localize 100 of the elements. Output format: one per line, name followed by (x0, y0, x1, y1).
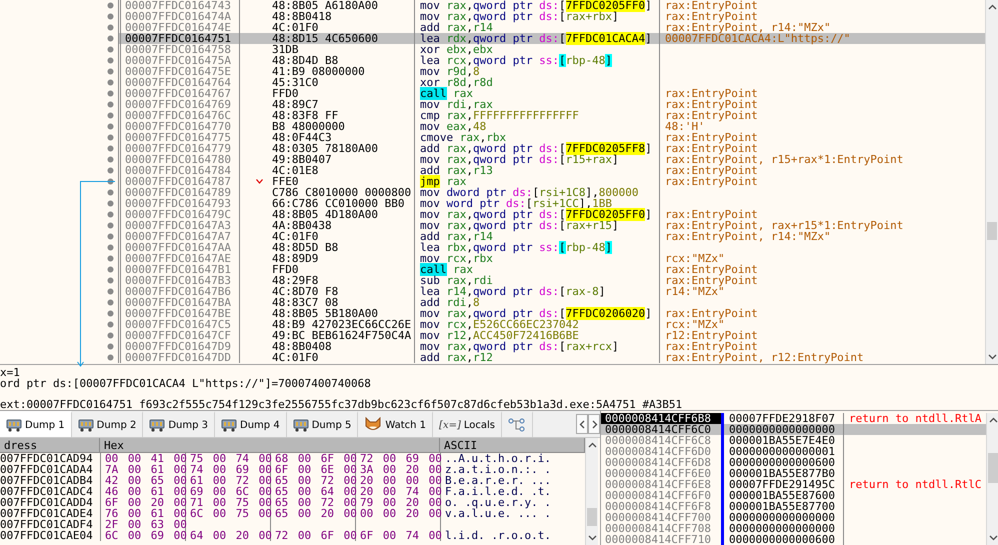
bytes-cell: 48:0305 78180A00 (272, 143, 378, 154)
gutter-dot-icon[interactable] (107, 46, 114, 53)
gutter-dot-icon[interactable] (107, 255, 114, 262)
table-row[interactable]: 00007FFDC01647A3 4A:8B0438 mov rax,qword ptr ds:[rax+r15] rax:EntryPoint, rax+r15*1:EntryPoint (118, 220, 985, 231)
table-row[interactable]: 00007FFDC0164779 48:0305 78180A00 add rax,qword ptr ds:[7FFDC0205FF8] rax:EntryPoint (118, 143, 985, 154)
stack-row[interactable]: 0000008414CFF6C8 000001BA55E7E4E0 (601, 435, 986, 446)
instruction-cell: mov rax,qword ptr ds:[7FFDC0206020] (415, 308, 660, 319)
tab-scroll-left-button[interactable] (576, 414, 588, 434)
stack-row[interactable]: 0000008414CFF6F8 000001BA55E87700 (601, 501, 986, 512)
stack-address-cell-text: 0000008414CFF700 (604, 512, 712, 523)
gutter-dot-icon[interactable] (107, 35, 114, 42)
table-row[interactable]: 00007FFDC01647BE 48:8B05 5B180A00 mov rax,qword ptr ds:[7FFDC0206020] rax:EntryPoint (118, 308, 985, 319)
scroll-down-icon[interactable] (988, 533, 998, 542)
gutter-dot-icon[interactable] (107, 200, 114, 207)
stack-row[interactable]: 0000008414CFF6D0 0000000000000001 (601, 446, 986, 457)
comment-cell: rax:EntryPoint (665, 142, 758, 155)
gutter-dot-icon[interactable] (107, 343, 114, 350)
gutter-dot-icon[interactable] (107, 178, 114, 185)
scroll-thumb[interactable] (988, 453, 998, 483)
table-row[interactable]: 00007FFDC01647CF 49:BC BEB61624F750C4A mov r12,ACC450F72416B6BE r12:EntryPoint (118, 330, 985, 341)
stack-row[interactable]: 0000008414CFF6C0 0000000000000000 (601, 424, 986, 435)
column-header[interactable]: ASCII (440, 438, 585, 453)
gutter-dot-icon[interactable] (107, 156, 114, 163)
table-row[interactable]: 00007FFDC01647B6 4C:8D70 F8 lea r14,qword ptr ds:[rax-8] r14:"MZx" (118, 286, 985, 297)
bytes-cell: 48:8D5D B8 (272, 242, 338, 253)
column-header[interactable]: dress (0, 438, 100, 453)
reference-line: ext:00007FFDC0164751 f693c2f555c754f129c3fe2556755fc37db9bc623cf6f507c87d6cfeb53b1a3d.exe:5A4751 #A3B51 (0, 399, 684, 410)
table-row[interactable]: 00007FFDC016475A 48:8D4D B8 lea rcx,qword ptr ss:[rbp-48] (118, 55, 985, 66)
scroll-down-icon[interactable] (588, 533, 596, 542)
gutter-dot-icon[interactable] (107, 277, 114, 284)
table-row[interactable]: 00007FFDC0164769 48:89C7 mov rdi,rax rax:EntryPoint (118, 99, 985, 110)
bytes-cell: 48:83F8 FF (272, 110, 338, 121)
gutter-dot-icon[interactable] (107, 24, 114, 31)
stack-row[interactable]: 0000008414CFF710 0000000000000600 (601, 534, 986, 545)
hex-cell: 6C 00 69 00 (105, 529, 187, 542)
instruction-cell: lea rcx,qword ptr ss:[rbp-48] (415, 55, 660, 66)
gutter-dot-icon[interactable] (107, 332, 114, 339)
gutter-dot-icon[interactable] (107, 68, 114, 75)
table-row[interactable]: 00007FFDC01647B1 FFD0 call rax rax:EntryPoint (118, 264, 985, 275)
bytes-cell: 48:89D9 (272, 253, 318, 264)
stack-row[interactable]: 0000008414CFF6E0 000001BA55E877B0 (601, 468, 986, 479)
gutter-dot-icon[interactable] (107, 233, 114, 240)
table-row[interactable]: 00007FFDC0164751 48:8D15 4C650600 lea rdx,qword ptr ds:[7FFDC01CACA4] 00007FFDC01CACA4:L"https://" (118, 33, 985, 44)
gutter-dot-icon[interactable] (107, 321, 114, 328)
panel-tab[interactable]: Dump 1 (0, 411, 72, 437)
table-row[interactable]: 00007FFDC0164780 49:8B0407 mov rax,qword ptr ds:[r15+rax] rax:EntryPoint, r15+rax*1:EntryPoint (118, 154, 985, 165)
hex-cell: 00 00 20 00 (360, 507, 442, 520)
table-row[interactable]: 00007FFDC0164789 C786 C8010000 0000800 mov dword ptr ds:[rsi+1C8],800000 (118, 187, 985, 198)
stack-row[interactable]: 0000008414CFF6D8 0000000000000600 (601, 457, 986, 468)
table-row[interactable]: 00007FFDC016476C 48:83F8 FF cmp rax,FFFFFFFFFFFFFFFF rax:EntryPoint (118, 110, 985, 121)
gutter-dot-icon[interactable] (107, 123, 114, 130)
scroll-up-icon[interactable] (988, 3, 996, 12)
table-row[interactable]: 00007FFDC0164787 FFE0 jmp rax rax:EntryPoint (118, 176, 985, 187)
table-row[interactable]: 00007FFDC016474A 48:8B0418 mov rax,qword ptr ds:[rax+rbx] rax:EntryPoint (118, 11, 985, 22)
gutter-dot-icon[interactable] (107, 299, 114, 306)
stack-row[interactable]: 0000008414CFF700 0000000000000000 (601, 512, 986, 523)
scroll-down-icon[interactable] (988, 352, 996, 361)
gutter-dot-icon[interactable] (107, 101, 114, 108)
gutter-dot-icon[interactable] (107, 288, 114, 295)
gutter-dot-icon[interactable] (107, 189, 114, 196)
gutter-dot-icon[interactable] (107, 79, 114, 86)
gutter-dot-icon[interactable] (107, 211, 114, 218)
table-row[interactable]: 00007FFDC01647C5 48:B9 427023EC66CC26E mov rcx,E526CC66EC237042 rcx:"MZx" (118, 319, 985, 330)
gutter-dot-icon[interactable] (107, 57, 114, 64)
table-row[interactable]: 00007FFDC016475E 41:B9 08000000 mov r9d,8 (118, 66, 985, 77)
gutter-dot-icon[interactable] (107, 222, 114, 229)
stack-row[interactable]: 0000008414CFF6E8 00007FFDE291495C return to ntdll.RtlC (601, 479, 986, 490)
stack-row[interactable]: 0000008414CFF6F0 000001BA55E87600 (601, 490, 986, 501)
gutter-dot-icon[interactable] (107, 266, 114, 273)
gutter-dot-icon[interactable] (107, 90, 114, 97)
scroll-thumb[interactable] (587, 508, 597, 526)
scrollbar-track[interactable] (585, 438, 598, 545)
table-row[interactable]: 00007FFDC01647B3 48:29F8 sub rax,rdi rax:EntryPoint (118, 275, 985, 286)
scrollbar-track[interactable] (985, 0, 998, 364)
scroll-up-icon[interactable] (988, 416, 998, 425)
gutter-dot-icon[interactable] (107, 112, 114, 119)
scrollbar-track[interactable] (986, 413, 998, 545)
stack-row[interactable]: 0000008414CFF708 0000000000000000 (601, 523, 986, 534)
table-row[interactable]: 00007FFDC0164770 B8 48000000 mov eax,48 48:'H' (118, 121, 985, 132)
gutter-dot-icon[interactable] (107, 354, 114, 361)
table-row[interactable]: 00007FFDC01647AA 48:8D5D B8 lea rbx,qword ptr ss:[rbp-48] (118, 242, 985, 253)
column-header[interactable]: Hex (100, 438, 440, 453)
gutter-dot-icon[interactable] (107, 13, 114, 20)
gutter-dot-icon[interactable] (107, 145, 114, 152)
table-row[interactable]: 00007FFDC01647DD 4C:01F0 add rax,r12 rax:EntryPoint, r12:EntryPoint (118, 352, 985, 363)
table-row[interactable]: 00007FFDC0164767 FFD0 call rax rax:EntryPoint (118, 88, 985, 99)
table-row[interactable]: 00007FFDC01647D9 48:8B0408 mov rax,qword ptr ds:[rax+rcx] rax:EntryPoint (118, 341, 985, 352)
table-row[interactable]: 00007FFDC016479C 48:8B05 4D180A00 mov rax,qword ptr ds:[7FFDC0205FF0] rax:EntryPoint (118, 209, 985, 220)
gutter-dot-icon[interactable] (107, 167, 114, 174)
gutter-dot-icon[interactable] (107, 2, 114, 9)
address-cell: 00007FFDC01647A7 (118, 231, 240, 242)
tab-scroll-right-button[interactable] (588, 414, 600, 434)
address-cell: 00007FFDC0164751 (118, 33, 240, 44)
gutter-dot-icon[interactable] (107, 244, 114, 251)
gutter-dot-icon[interactable] (107, 310, 114, 317)
gutter-dot-icon[interactable] (107, 134, 114, 141)
scroll-up-icon[interactable] (588, 441, 596, 450)
table-row[interactable]: 00007FFDC0164743 48:8B05 A6180A00 mov rax,qword ptr ds:[7FFDC0205FF0] rax:EntryPoint (118, 0, 985, 11)
bytes-cell: 45:31C0 (272, 77, 318, 88)
scroll-thumb[interactable] (987, 222, 997, 240)
